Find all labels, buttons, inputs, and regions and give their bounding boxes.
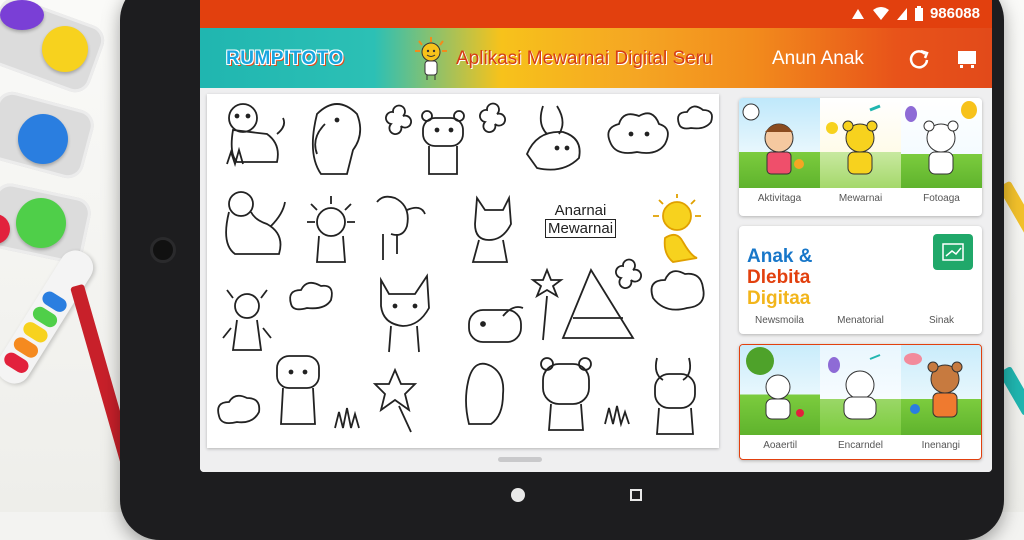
promo-title-line2: Dlebita	[747, 267, 812, 288]
signal-icon	[896, 7, 908, 21]
caption-bottom-3: Inenangi	[901, 440, 981, 451]
dog-outline	[227, 104, 284, 164]
cloud-face-outline	[608, 113, 668, 153]
recent-apps-button[interactable]	[630, 489, 642, 501]
notification-icon	[850, 7, 866, 21]
brand-logo[interactable]: RUMPITOTO	[226, 48, 344, 70]
promo-caption-3: Sinak	[901, 315, 982, 326]
promo-card[interactable]: Anak & Dlebita Digitaa Newsmoila Menator…	[739, 226, 982, 334]
thumb-bear-balloons[interactable]	[901, 98, 982, 188]
camera-icon	[150, 237, 176, 263]
elephant-outline	[313, 104, 360, 174]
home-button[interactable]	[511, 488, 525, 502]
canvas-label-line1: Anarnai	[545, 202, 616, 219]
line-art-doodles	[207, 94, 719, 448]
caption-top-2: Mewarnai	[820, 193, 901, 204]
refresh-icon	[908, 48, 930, 70]
gallery-button[interactable]	[950, 42, 984, 76]
refresh-button[interactable]	[902, 42, 936, 76]
status-time: 986088	[930, 5, 980, 22]
gallery-pictures	[739, 98, 982, 188]
picture-icon	[956, 49, 978, 69]
grass-outline	[335, 408, 359, 428]
puppy-outline	[377, 197, 425, 260]
thumb-bear-meadow[interactable]	[740, 345, 820, 435]
sun-mascot-icon	[414, 37, 448, 81]
paint-pot-purple	[0, 0, 44, 30]
seal-outline	[466, 364, 503, 424]
caption-bottom-2: Encarndel	[820, 440, 900, 451]
wifi-icon	[872, 7, 890, 21]
bunny-outline	[527, 106, 580, 170]
sun-outline	[653, 194, 701, 230]
app-title: Aplikasi Mewarnai Digital Seru	[456, 48, 713, 70]
nav-link-anun-anak[interactable]: Anun Anak	[772, 48, 864, 70]
canvas-label-line2: Mewarnai	[545, 219, 616, 238]
thumb-girl[interactable]	[739, 98, 820, 188]
tablet-screen: 986088 RUMPITOTO Aplikasi Mewarnai Digit…	[200, 0, 992, 472]
duck-outline	[665, 235, 697, 262]
cat-outline	[381, 276, 429, 352]
pig-outline	[469, 307, 523, 342]
gallery-captions-bottom: Aoaertil Encarndel Inenangi	[740, 435, 981, 451]
gallery-captions-top: Aktivitaga Mewarnai Fotoaga	[739, 188, 982, 204]
promo-badge[interactable]	[933, 234, 973, 270]
lion-outline	[307, 196, 355, 262]
caption-top-1: Aktivitaga	[739, 193, 820, 204]
cloud-outline	[678, 106, 712, 128]
thumb-brown-bear[interactable]	[901, 345, 981, 435]
flower-outline	[480, 104, 505, 133]
gallery-pictures-bottom	[740, 345, 981, 435]
grass-outline	[605, 406, 629, 424]
main-content: Anarnai Mewarnai Aktivitaga Mewarnai	[200, 88, 992, 472]
caption-bottom-1: Aoaertil	[740, 440, 820, 451]
chart-icon	[942, 243, 964, 261]
promo-title-line1: Anak &	[747, 246, 812, 267]
cloud-outline	[290, 283, 332, 310]
promo-caption-2: Menatorial	[820, 315, 901, 326]
thumb-teddy[interactable]	[820, 98, 901, 188]
paint-pot-green	[16, 198, 66, 248]
flower-outline	[386, 106, 411, 135]
promo-title: Anak & Dlebita Digitaa	[747, 246, 812, 309]
bunny-standing-outline	[655, 358, 695, 434]
gallery-card-top[interactable]: Aktivitaga Mewarnai Fotoaga	[739, 98, 982, 216]
promo-captions: Newsmoila Menatorial Sinak	[739, 315, 982, 326]
promo-caption-1: Newsmoila	[739, 315, 820, 326]
fox-outline	[473, 198, 511, 262]
status-bar: 986088	[200, 0, 992, 28]
triangle-outline	[563, 270, 633, 338]
bear-face-outline	[541, 358, 591, 430]
gallery-card-bottom[interactable]: Aoaertil Encarndel Inenangi	[739, 344, 982, 460]
paint-pot-blue	[18, 114, 68, 164]
bear-outline	[422, 111, 464, 174]
flower-outline	[616, 260, 641, 289]
caption-top-3: Fotoaga	[901, 193, 982, 204]
coloring-canvas[interactable]: Anarnai Mewarnai	[207, 94, 719, 448]
app-bar: RUMPITOTO Aplikasi Mewarnai Digital Seru…	[200, 28, 992, 88]
bunny-sitting-outline	[226, 192, 285, 254]
cloud-outline	[218, 396, 259, 423]
canvas-label: Anarnai Mewarnai	[545, 202, 616, 238]
thumb-lamb[interactable]	[820, 345, 900, 435]
star-outline	[375, 370, 415, 410]
promo-title-line3: Digitaa	[747, 288, 812, 309]
star-wand-outline	[533, 270, 561, 340]
cow-outline	[277, 356, 319, 424]
battery-icon	[914, 6, 924, 22]
monkey-outline	[223, 290, 271, 350]
cloud-outline	[652, 271, 704, 310]
paint-pot-yellow	[42, 26, 88, 72]
drag-handle[interactable]	[498, 457, 542, 462]
